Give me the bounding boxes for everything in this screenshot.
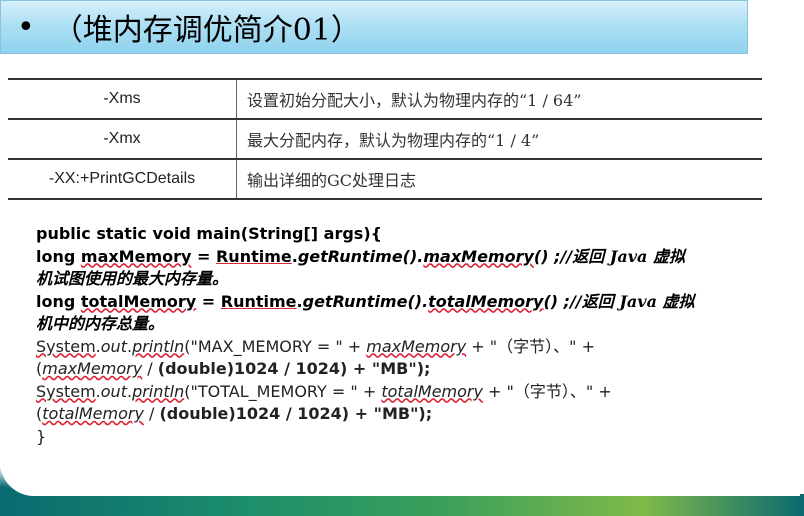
code-token: long bbox=[36, 246, 81, 266]
code-token: maxMemory bbox=[423, 246, 534, 266]
code-line: (maxMemory / (double)1024 / 1024) + "MB"… bbox=[36, 358, 756, 381]
code-token: totalMemory bbox=[428, 291, 544, 311]
code-token: / bbox=[143, 404, 160, 423]
code-token: maxMemory bbox=[42, 359, 143, 378]
code-token: = bbox=[191, 246, 216, 266]
code-token: + "（字节）、" + bbox=[466, 336, 595, 356]
table-row: -XX:+PrintGCDetails 输出详细的GC处理日志 bbox=[8, 158, 762, 200]
code-token: System bbox=[36, 336, 96, 356]
title-bar: • （堆内存调优简介01） bbox=[0, 0, 748, 54]
code-token: Runtime bbox=[215, 246, 292, 266]
slide: • （堆内存调优简介01） -Xms 设置初始分配大小，默认为物理内存的“1 /… bbox=[0, 0, 800, 496]
code-line: public static void main(String[] args){ bbox=[36, 224, 383, 243]
code-token: totalMemory bbox=[80, 291, 197, 311]
code-token: System bbox=[36, 381, 96, 401]
code-token: () bbox=[407, 291, 423, 311]
code-token: maxMemory bbox=[366, 336, 467, 356]
code-token: (double)1024 / 1024) + "MB"); bbox=[159, 404, 433, 423]
code-comment: 返回 Java 虚拟 bbox=[581, 291, 695, 311]
code-comment: 机试图使用的最大内存量。 bbox=[36, 269, 229, 288]
code-token: out bbox=[100, 381, 127, 401]
code-token: getRuntime bbox=[302, 291, 408, 311]
code-token: getRuntime bbox=[297, 246, 403, 266]
jvm-options-table: -Xms 设置初始分配大小，默认为物理内存的“1 / 64” -Xmx 最大分配… bbox=[8, 78, 762, 200]
code-token: () ;// bbox=[533, 246, 573, 266]
code-line: System.out.println("MAX_MEMORY = " + max… bbox=[36, 336, 756, 359]
code-token: out bbox=[100, 336, 127, 356]
option-desc: 设置初始分配大小，默认为物理内存的“1 / 64” bbox=[236, 78, 762, 120]
code-token: long bbox=[36, 291, 81, 311]
option-flag: -Xms bbox=[8, 78, 237, 120]
code-token: = bbox=[196, 291, 221, 311]
code-token: + "（字节）、" + bbox=[482, 381, 612, 401]
decor-bottom-band bbox=[0, 494, 804, 516]
code-token: (double)1024 / 1024) + "MB"); bbox=[157, 359, 431, 378]
code-line: } bbox=[36, 426, 47, 446]
code-token: () bbox=[402, 246, 418, 266]
code-token: println bbox=[132, 381, 185, 401]
option-desc: 最大分配内存，默认为物理内存的“1 / 4” bbox=[236, 118, 762, 160]
code-block: public static void main(String[] args){ … bbox=[36, 223, 756, 448]
code-token: println bbox=[132, 336, 185, 356]
code-token: ("TOTAL_MEMORY = " + bbox=[184, 381, 382, 401]
code-line: (totalMemory / (double)1024 / 1024) + "M… bbox=[36, 403, 756, 426]
option-flag: -XX:+PrintGCDetails bbox=[8, 158, 237, 200]
code-line: long maxMemory = Runtime.getRuntime().ma… bbox=[36, 246, 756, 269]
slide-title: （堆内存调优简介01） bbox=[52, 13, 361, 48]
code-comment: 机中的内存总量。 bbox=[36, 314, 165, 333]
title-bullet: • bbox=[17, 9, 35, 45]
code-token: () ;// bbox=[543, 291, 582, 311]
code-token: / bbox=[142, 359, 158, 378]
option-flag: -Xmx bbox=[8, 118, 237, 160]
table-row: -Xms 设置初始分配大小，默认为物理内存的“1 / 64” bbox=[8, 78, 762, 120]
code-token: maxMemory bbox=[80, 246, 192, 266]
code-line: System.out.println("TOTAL_MEMORY = " + t… bbox=[36, 381, 756, 404]
code-token: Runtime bbox=[220, 291, 297, 311]
code-token: totalMemory bbox=[381, 381, 483, 401]
code-token: ("MAX_MEMORY = " + bbox=[184, 336, 367, 356]
code-comment: 返回 Java 虚拟 bbox=[572, 246, 685, 266]
code-token: totalMemory bbox=[42, 404, 144, 423]
code-line: long totalMemory = Runtime.getRuntime().… bbox=[36, 291, 756, 314]
table-row: -Xmx 最大分配内存，默认为物理内存的“1 / 4” bbox=[8, 118, 762, 160]
option-desc: 输出详细的GC处理日志 bbox=[236, 158, 762, 200]
